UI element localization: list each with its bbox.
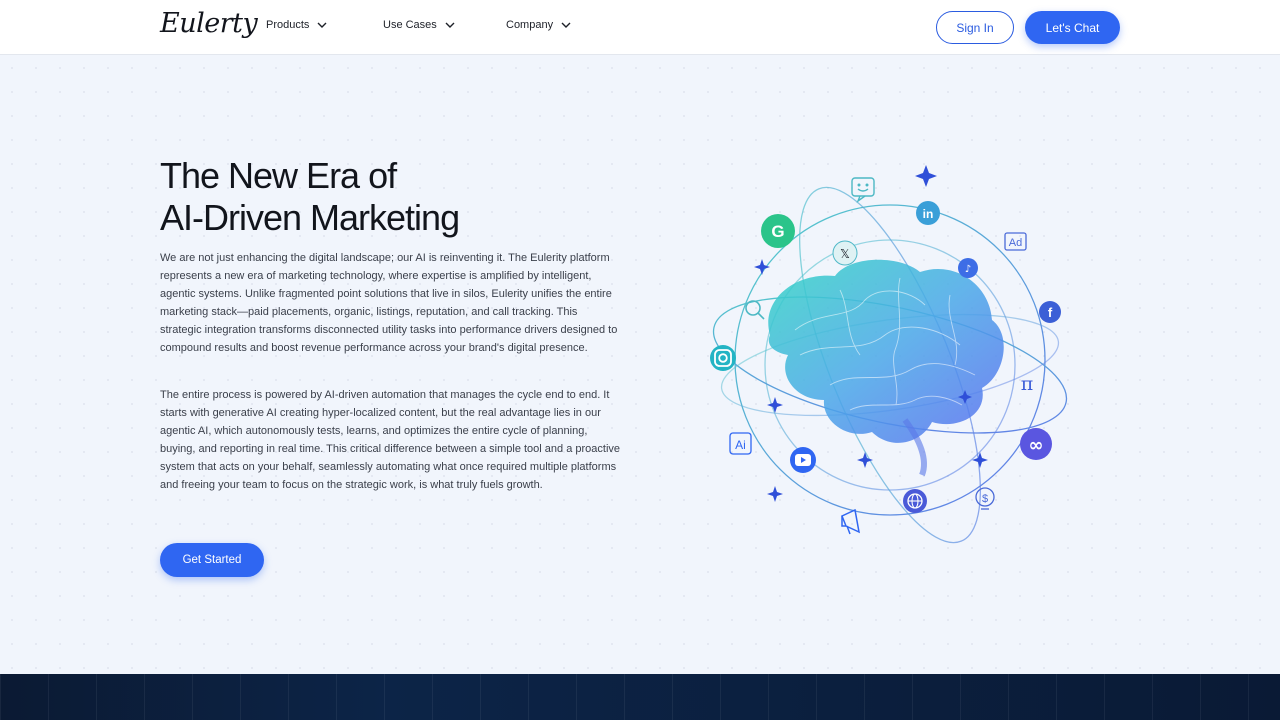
megaphone-icon: [841, 508, 860, 535]
svg-text:∞: ∞: [1029, 435, 1044, 456]
hero-title-line-1: The New Era of: [160, 155, 397, 196]
svg-text:π: π: [1021, 373, 1034, 395]
svg-text:f: f: [1048, 305, 1053, 320]
x-icon: 𝕏: [832, 240, 858, 266]
meta-icon: ∞: [1020, 428, 1052, 460]
footer-grid-lines: [0, 674, 1280, 720]
svg-text:𝕏: 𝕏: [840, 247, 850, 261]
svg-text:in: in: [923, 207, 934, 221]
hero-title-line-2: AI-Driven Marketing: [160, 197, 460, 238]
nav-products[interactable]: Products: [266, 19, 327, 31]
dollar-bulb-icon: $: [975, 487, 995, 510]
brand-logo[interactable]: Eulerty: [160, 8, 258, 39]
nav-use-cases-label: Use Cases: [383, 19, 437, 31]
footer-band: [0, 674, 1280, 720]
hero-paragraph-1: We are not just enhancing the digital la…: [160, 252, 618, 354]
ai-brain-illustration: G 𝕏 in ♪ f ∞ Ad Ai π $: [710, 165, 1068, 544]
nav-use-cases[interactable]: Use Cases: [383, 19, 455, 31]
svg-text:$: $: [982, 493, 988, 505]
tiktok-icon: ♪: [958, 258, 978, 278]
sign-in-button[interactable]: Sign In: [936, 11, 1014, 44]
facebook-icon: f: [1039, 301, 1061, 323]
svg-text:Ai: Ai: [735, 438, 746, 452]
youtube-icon: [790, 447, 816, 473]
lets-chat-button[interactable]: Let's Chat: [1025, 11, 1120, 44]
instagram-icon: [710, 345, 736, 371]
globe-icon: [903, 489, 927, 513]
nav-company[interactable]: Company: [506, 19, 571, 31]
linkedin-icon: in: [916, 201, 940, 225]
chevron-down-icon: [561, 22, 571, 28]
search-icon: [745, 300, 765, 320]
top-navbar: Eulerty Products Use Cases Company Sign …: [0, 0, 1280, 55]
brain-graphic: [768, 259, 1004, 477]
svg-text:♪: ♪: [965, 264, 971, 275]
get-started-button[interactable]: Get Started: [160, 543, 264, 577]
hero-background: [0, 56, 1280, 674]
ad-icon: Ad: [1004, 232, 1027, 251]
chevron-down-icon: [445, 22, 455, 28]
nav-products-label: Products: [266, 19, 310, 31]
nav-company-label: Company: [506, 19, 554, 31]
hero-title: The New Era of AI-Driven Marketing: [160, 155, 660, 239]
svg-text:G: G: [771, 222, 784, 241]
chevron-down-icon: [317, 22, 327, 28]
ai-icon: Ai: [729, 432, 752, 455]
svg-text:Ad: Ad: [1009, 237, 1022, 249]
pi-icon: π: [1021, 373, 1034, 395]
chat-icon: [851, 177, 875, 203]
google-icon: G: [761, 214, 795, 248]
hero-paragraph-2: The entire process is powered by AI-driv…: [160, 389, 621, 491]
